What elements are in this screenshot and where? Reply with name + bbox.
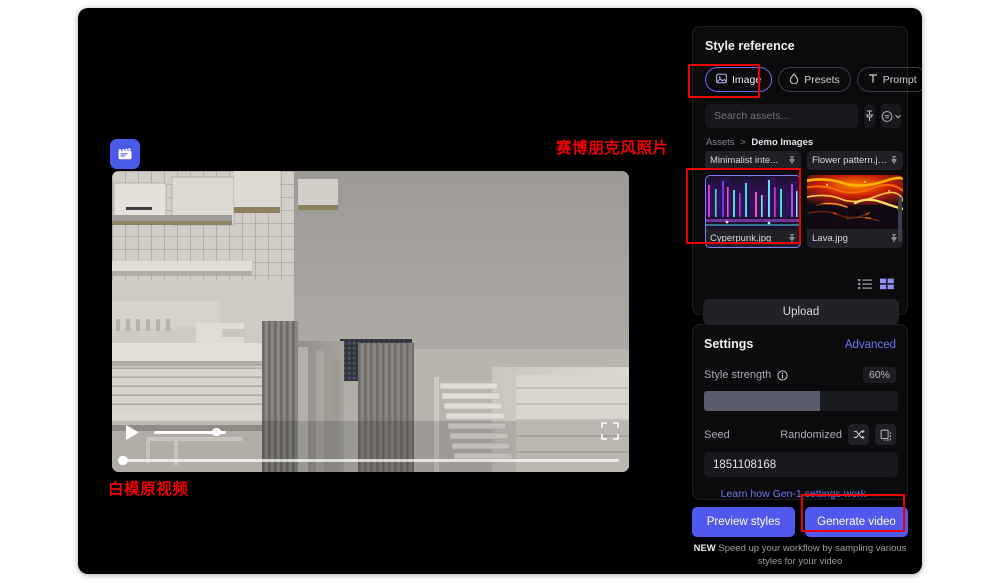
asset-caption: Lava.jpg [807, 229, 903, 248]
volume-knob[interactable] [212, 427, 221, 436]
annotation-cyberpunk: 赛博朋克风照片 [556, 139, 669, 157]
gen1-learn-link[interactable]: Learn how Gen-1 settings work → [704, 488, 896, 500]
generate-video-button[interactable]: Generate video [805, 507, 908, 537]
promo-new-badge: NEW [693, 543, 716, 554]
settings-header: Settings Advanced [704, 337, 896, 351]
asset-card-lava[interactable]: Lava.jpg [807, 175, 903, 248]
advanced-link[interactable]: Advanced [845, 339, 896, 351]
sort-circle-icon[interactable] [881, 104, 901, 128]
asset-grid-viewport: Cyperpunk.jpg Lava.jpg [705, 175, 903, 271]
style-strength-row: Style strength 60% [704, 367, 896, 383]
text-t-icon [868, 73, 878, 87]
app-window: Original Input 赛博朋克风照片 白模原视频 Style refer… [78, 8, 922, 574]
pin-icon[interactable] [788, 230, 796, 248]
copy-icon[interactable] [875, 424, 896, 445]
asset-list-scrollbar[interactable] [898, 197, 902, 242]
style-strength-fill [704, 391, 821, 411]
style-strength-label: Style strength [704, 369, 772, 381]
asset-caption: Cyperpunk.jpg [705, 229, 801, 248]
asset-row-partial: Minimalist inte... Flower pattern.jpg [705, 151, 903, 170]
seed-input[interactable] [704, 452, 898, 477]
video-player[interactable] [112, 171, 629, 472]
breadcrumb-current: Demo Images [751, 137, 814, 148]
promo-text: Speed up your workflow by sampling vario… [715, 543, 907, 567]
shuffle-icon[interactable] [848, 424, 869, 445]
asset-card-cyberpunk[interactable]: Cyperpunk.jpg [705, 175, 801, 248]
pin-icon[interactable] [788, 152, 796, 170]
preview-styles-button[interactable]: Preview styles [692, 507, 795, 537]
list-item[interactable]: Minimalist inte... [705, 151, 801, 170]
asset-grid: Cyperpunk.jpg Lava.jpg [705, 175, 903, 248]
input-header: Original Input [110, 139, 248, 169]
volume-slider[interactable] [154, 427, 226, 436]
sidebar: Style reference Image Presets Prompt Sea… [692, 26, 922, 567]
seed-row: Seed Randomized [704, 424, 896, 445]
tab-presets-label: Presets [804, 73, 840, 86]
video-content [112, 171, 629, 472]
settings-panel: Settings Advanced Style strength 60% See… [692, 324, 908, 500]
breadcrumb-root[interactable]: Assets [706, 137, 735, 148]
list-view-icon[interactable] [858, 278, 872, 290]
pin-icon[interactable] [890, 230, 898, 248]
droplet-icon [789, 72, 799, 87]
video-stage: Original Input 赛博朋克风照片 白模原视频 [78, 8, 678, 574]
page-title: Original Input [153, 145, 249, 162]
grid-view-icon[interactable] [880, 278, 894, 290]
pin-icon[interactable] [864, 104, 875, 128]
tab-image-label: Image [732, 73, 762, 86]
asset-thumbnail [807, 175, 903, 229]
clapperboard-icon [110, 139, 140, 169]
breadcrumb-separator: > [740, 137, 746, 148]
asset-name: Flower pattern.jpg [812, 155, 887, 166]
info-icon[interactable] [777, 369, 788, 381]
view-toggle-row [703, 278, 894, 290]
seed-label: Seed [704, 428, 730, 441]
progress-bar[interactable] [118, 455, 619, 466]
search-input[interactable] [705, 104, 858, 128]
fullscreen-icon[interactable] [601, 422, 619, 440]
breadcrumb[interactable]: Assets > Demo Images [706, 137, 897, 148]
tab-prompt-label: Prompt [882, 73, 917, 86]
progress-knob[interactable] [118, 455, 128, 466]
asset-name: Cyperpunk.jpg [710, 233, 772, 244]
style-strength-slider[interactable] [704, 391, 898, 411]
style-reference-panel: Style reference Image Presets Prompt Sea… [692, 26, 922, 325]
list-item[interactable]: Flower pattern.jpg [807, 151, 903, 170]
source-tabs: Image Presets Prompt [705, 67, 922, 92]
annotation-white-model: 白模原视频 [108, 480, 189, 498]
style-strength-value: 60% [862, 367, 896, 383]
tab-prompt[interactable]: Prompt [856, 67, 922, 92]
style-reference-title: Style reference [705, 39, 795, 53]
settings-title: Settings [704, 337, 754, 351]
tab-image[interactable]: Image [705, 67, 773, 92]
asset-name: Minimalist inte... [710, 155, 779, 166]
tab-presets[interactable]: Presets [778, 67, 851, 92]
asset-thumbnail [705, 175, 801, 229]
asset-search-row [705, 104, 901, 128]
image-icon [716, 73, 727, 87]
upload-button[interactable]: Upload [703, 299, 899, 325]
asset-name: Lava.jpg [812, 233, 848, 244]
play-icon[interactable] [120, 420, 144, 444]
action-row: Preview styles Generate video [692, 507, 908, 537]
promo-note: NEW Speed up your workflow by sampling v… [692, 543, 908, 569]
seed-mode-label: Randomized [780, 428, 842, 441]
pin-icon[interactable] [890, 152, 898, 170]
